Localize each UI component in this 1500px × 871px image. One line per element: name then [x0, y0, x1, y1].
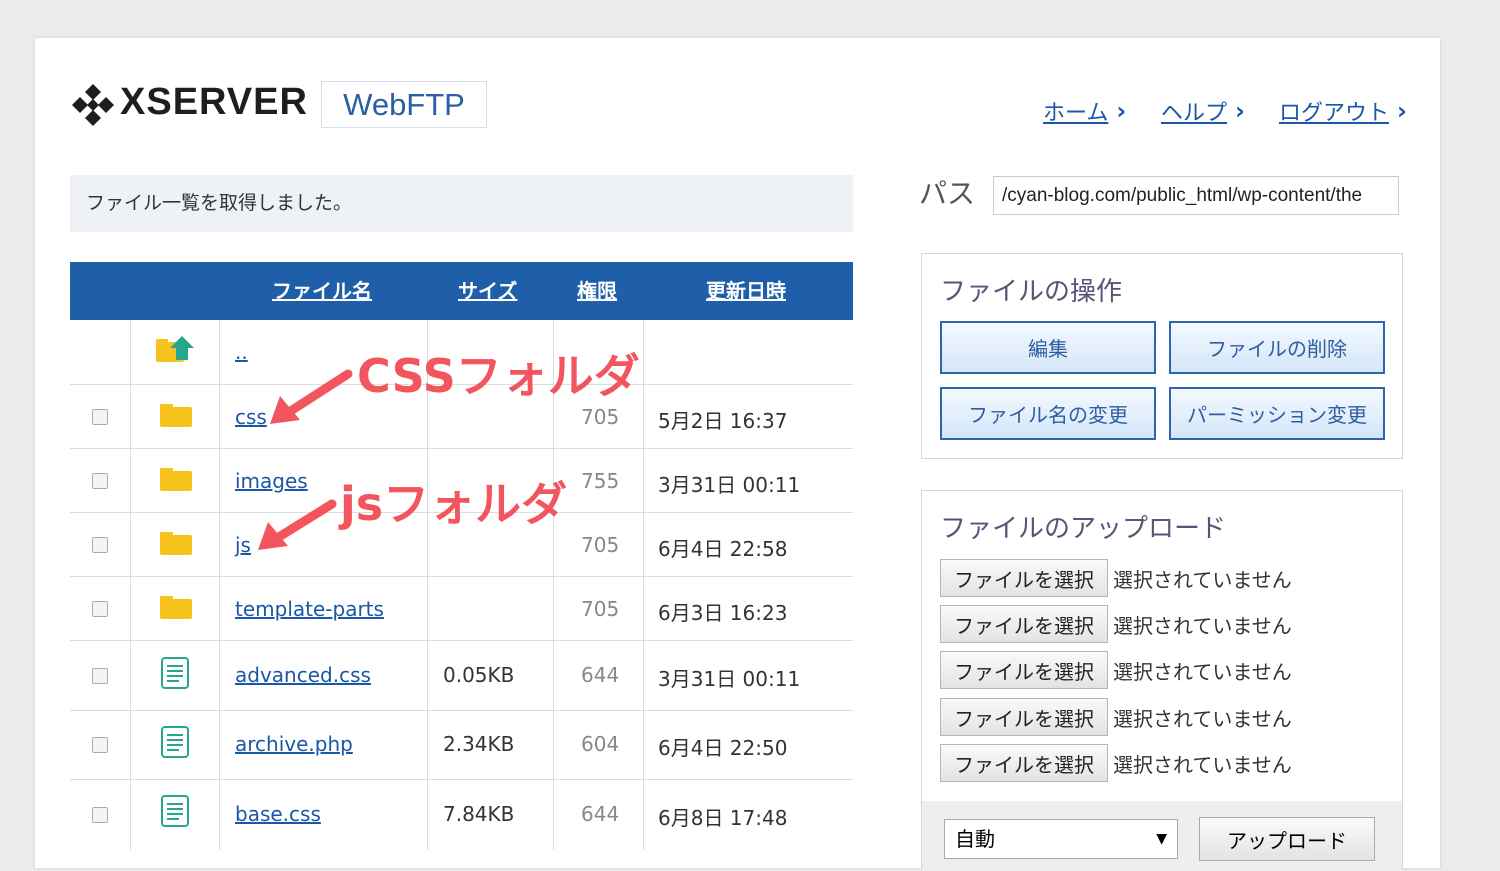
upload-file-row: ファイルを選択 選択されていません	[940, 604, 1292, 644]
file-document-icon	[161, 657, 189, 689]
parent-link[interactable]: ..	[235, 340, 248, 364]
file-permission: 644	[581, 663, 620, 687]
rename-file-button[interactable]: ファイル名の変更	[940, 387, 1156, 440]
file-date: 3月31日 00:11	[658, 667, 801, 691]
upload-button[interactable]: アップロード	[1199, 817, 1375, 861]
choose-file-button[interactable]: ファイルを選択	[940, 744, 1108, 782]
file-name-link[interactable]: base.css	[235, 802, 321, 826]
file-date: 6月4日 22:50	[658, 736, 788, 760]
transfer-mode-select[interactable]: 自動 ▼	[944, 819, 1178, 859]
col-size[interactable]: サイズ	[458, 262, 517, 320]
upload-panel: ファイルのアップロード ファイルを選択 選択されていません ファイルを選択 選択…	[921, 490, 1403, 871]
webftp-badge: WebFTP	[321, 81, 487, 128]
file-size: 0.05KB	[443, 663, 515, 687]
table-row[interactable]: archive.php 2.34KB 604 6月4日 22:50	[70, 711, 853, 780]
chevron-down-icon: ▼	[1156, 831, 1167, 847]
row-checkbox[interactable]	[92, 409, 108, 425]
table-row[interactable]: template-parts 705 6月3日 16:23	[70, 577, 853, 641]
choose-file-button[interactable]: ファイルを選択	[940, 698, 1108, 736]
chevron-right-icon: ›	[1397, 97, 1407, 125]
no-file-selected: 選択されていません	[1113, 659, 1292, 684]
row-checkbox[interactable]	[92, 473, 108, 489]
file-name-link[interactable]: advanced.css	[235, 663, 371, 687]
nav-logout[interactable]: ログアウト ›	[1279, 96, 1407, 126]
delete-file-button[interactable]: ファイルの削除	[1169, 321, 1385, 374]
no-file-selected: 選択されていません	[1113, 567, 1292, 592]
file-permission: 705	[581, 533, 620, 557]
upload-file-row: ファイルを選択 選択されていません	[940, 697, 1292, 737]
file-permission: 644	[581, 802, 620, 826]
row-checkbox[interactable]	[92, 668, 108, 684]
nav-help[interactable]: ヘルプ ›	[1161, 96, 1245, 126]
file-permission: 755	[581, 469, 620, 493]
file-permission: 705	[581, 597, 620, 621]
file-name-link[interactable]: js	[235, 533, 251, 557]
file-operations-title: ファイルの操作	[940, 277, 1123, 307]
path-label: パス	[919, 177, 976, 210]
file-operations-panel: ファイルの操作 編集 ファイルの削除 ファイル名の変更 パーミッション変更	[921, 253, 1403, 459]
status-message: ファイル一覧を取得しました。	[70, 175, 853, 232]
brand-name: XSERVER	[120, 81, 308, 123]
file-date: 6月3日 16:23	[658, 601, 788, 625]
parent-folder-up-icon	[156, 336, 194, 362]
row-checkbox[interactable]	[92, 807, 108, 823]
col-permission[interactable]: 権限	[577, 262, 617, 320]
no-file-selected: 選択されていません	[1113, 752, 1292, 777]
file-date: 6月8日 17:48	[658, 806, 788, 830]
file-size: 7.84KB	[443, 802, 515, 826]
upload-file-row: ファイルを選択 選択されていません	[940, 650, 1292, 690]
folder-icon	[160, 532, 192, 555]
chevron-right-icon: ›	[1116, 97, 1127, 125]
row-checkbox[interactable]	[92, 537, 108, 553]
file-document-icon	[161, 795, 189, 827]
no-file-selected: 選択されていません	[1113, 613, 1292, 638]
file-permission: 604	[581, 732, 620, 756]
file-permission: 705	[581, 405, 620, 429]
edit-button[interactable]: 編集	[940, 321, 1156, 374]
nav-home-label[interactable]: ホーム	[1043, 95, 1108, 127]
chevron-right-icon: ›	[1235, 97, 1245, 125]
nav-help-label[interactable]: ヘルプ	[1161, 95, 1227, 127]
annotation-css-folder: CSSフォルダ	[357, 349, 640, 403]
file-size: 2.34KB	[443, 732, 515, 756]
col-modified[interactable]: 更新日時	[706, 262, 786, 320]
upload-footer: 自動 ▼ アップロード	[922, 801, 1402, 871]
annotation-js-folder: jsフォルダ	[340, 477, 568, 531]
upload-file-row: ファイルを選択 選択されていません	[940, 743, 1292, 783]
annotation-arrow-icon	[258, 499, 337, 550]
choose-file-button[interactable]: ファイルを選択	[940, 559, 1108, 597]
file-name-link[interactable]: template-parts	[235, 597, 384, 621]
file-date: 3月31日 00:11	[658, 473, 801, 497]
choose-file-button[interactable]: ファイルを選択	[940, 651, 1108, 689]
folder-icon	[160, 596, 192, 619]
nav-logout-label[interactable]: ログアウト	[1279, 95, 1389, 127]
change-permission-button[interactable]: パーミッション変更	[1169, 387, 1385, 440]
nav-home[interactable]: ホーム ›	[1043, 96, 1126, 126]
annotation-arrow-icon	[270, 369, 353, 424]
file-document-icon	[161, 726, 189, 758]
no-file-selected: 選択されていません	[1113, 706, 1292, 731]
choose-file-button[interactable]: ファイルを選択	[940, 605, 1108, 643]
path-input[interactable]: /cyan-blog.com/public_html/wp-content/th…	[993, 176, 1399, 215]
file-name-link[interactable]: archive.php	[235, 732, 353, 756]
transfer-mode-value: 自動	[955, 827, 995, 851]
col-filename[interactable]: ファイル名	[272, 262, 372, 320]
table-row[interactable]: base.css 7.84KB 644 6月8日 17:48	[70, 780, 853, 843]
row-checkbox[interactable]	[92, 601, 108, 617]
upload-file-row: ファイルを選択 選択されていません	[940, 558, 1292, 598]
file-date: 5月2日 16:37	[658, 409, 788, 433]
table-row[interactable]: advanced.css 0.05KB 644 3月31日 00:11	[70, 641, 853, 711]
folder-icon	[160, 404, 192, 427]
row-checkbox[interactable]	[92, 737, 108, 753]
file-table-header: ファイル名 サイズ 権限 更新日時	[70, 262, 853, 320]
folder-icon	[160, 468, 192, 491]
upload-title: ファイルのアップロード	[940, 514, 1227, 544]
xserver-logo-icon	[72, 84, 114, 126]
file-date: 6月4日 22:58	[658, 537, 788, 561]
